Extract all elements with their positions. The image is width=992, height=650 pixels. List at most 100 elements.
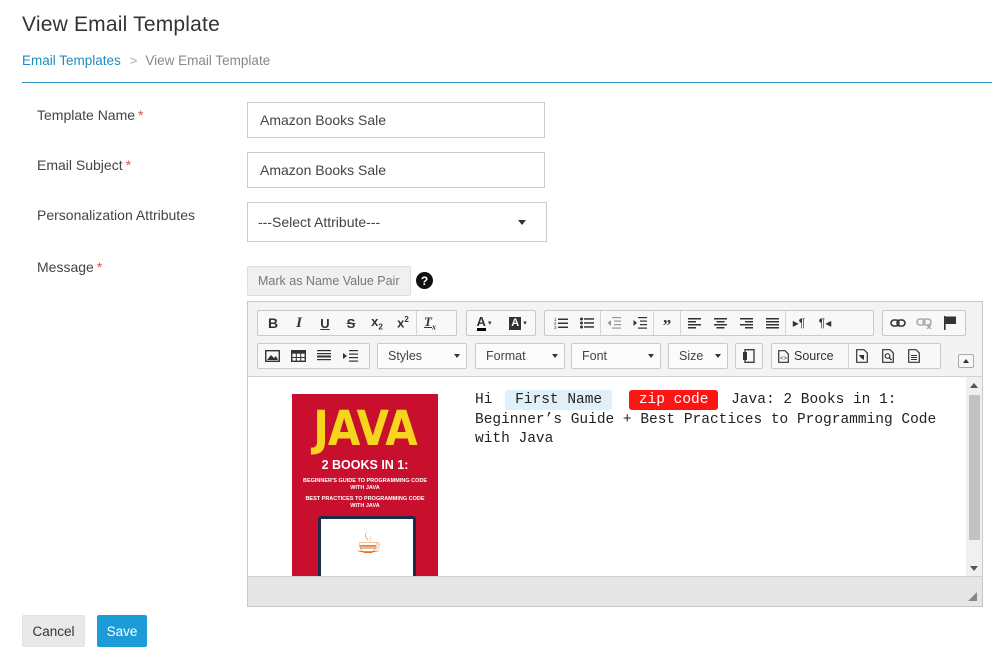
book-cover-books: 2 BOOKS IN 1: bbox=[321, 458, 409, 472]
toolbar-insert bbox=[257, 343, 370, 369]
toolbar-maximize bbox=[735, 343, 763, 369]
editor-content[interactable]: JAVA 2 BOOKS IN 1: BEGINNER'S GUIDE TO P… bbox=[248, 377, 966, 577]
collapse-toolbar-icon[interactable] bbox=[958, 354, 974, 368]
chevron-right-icon: > bbox=[129, 53, 138, 68]
editor-status-bar bbox=[248, 576, 982, 606]
styles-dropdown-label: Styles bbox=[388, 349, 423, 363]
zip-code-token[interactable]: zip code bbox=[628, 390, 719, 410]
caret-down-icon bbox=[552, 354, 558, 358]
editor-scrollbar[interactable] bbox=[966, 377, 982, 577]
decrease-indent-icon[interactable] bbox=[600, 311, 627, 335]
required-marker: * bbox=[138, 107, 144, 123]
scroll-up-icon[interactable] bbox=[970, 383, 978, 388]
email-subject-label: Email Subject * bbox=[37, 157, 131, 173]
source-label: Source bbox=[794, 349, 834, 363]
breadcrumb: Email Templates > View Email Template bbox=[22, 53, 270, 68]
toolbar-paragraph: 123 ” ▸¶ ¶◂ bbox=[544, 310, 874, 336]
save-button[interactable]: Save bbox=[97, 615, 147, 647]
editor-toolbar: B I U S x2 x2 Tx A ▾ A ▾ 123 ” ▸¶ ¶◂ Sty… bbox=[248, 302, 982, 377]
personalization-attributes-label: Personalization Attributes bbox=[37, 207, 195, 223]
remove-format-icon[interactable]: Tx bbox=[416, 311, 443, 335]
align-right-icon[interactable] bbox=[733, 311, 759, 335]
toolbar-colors: A ▾ A ▾ bbox=[466, 310, 536, 336]
increase-indent-icon[interactable] bbox=[627, 311, 653, 335]
scroll-down-icon[interactable] bbox=[970, 566, 978, 571]
message-body: Hi First Name zip code Java: 2 Books in … bbox=[475, 390, 945, 450]
personalization-attribute-select[interactable]: ---Select Attribute--- bbox=[247, 202, 547, 242]
save-doc-icon[interactable] bbox=[848, 344, 875, 368]
format-dropdown-label: Format bbox=[486, 349, 526, 363]
size-dropdown-label: Size bbox=[679, 349, 704, 363]
page-title: View Email Template bbox=[22, 13, 220, 36]
blockquote-icon[interactable]: ” bbox=[653, 311, 680, 335]
resize-grip-icon[interactable] bbox=[968, 592, 977, 601]
java-cup-icon: ☕ bbox=[355, 527, 382, 560]
email-subject-input[interactable]: Amazon Books Sale bbox=[247, 152, 545, 188]
underline-icon[interactable]: U bbox=[312, 311, 338, 335]
align-center-icon[interactable] bbox=[707, 311, 733, 335]
book-cover-line1: BEGINNER'S GUIDE TO PROGRAMMING CODE WIT… bbox=[302, 478, 428, 491]
caret-down-icon bbox=[518, 219, 526, 225]
image-icon[interactable] bbox=[259, 344, 285, 368]
horizontal-line-icon[interactable] bbox=[311, 344, 337, 368]
anchor-icon[interactable] bbox=[937, 311, 963, 335]
book-cover-line2: BEST PRACTICES TO PROGRAMMING CODE WITH … bbox=[305, 496, 425, 509]
message-greeting: Hi bbox=[475, 392, 493, 408]
link-icon[interactable] bbox=[885, 311, 911, 335]
message-label-text: Message bbox=[37, 259, 94, 275]
subscript-icon[interactable]: x2 bbox=[364, 311, 390, 335]
template-name-label-text: Template Name bbox=[37, 107, 136, 123]
svg-text:3: 3 bbox=[554, 325, 557, 329]
ltr-icon[interactable]: ▸¶ bbox=[785, 311, 812, 335]
font-dropdown-label: Font bbox=[582, 349, 608, 363]
text-color-icon[interactable]: A ▾ bbox=[467, 311, 501, 335]
justify-icon[interactable] bbox=[759, 311, 785, 335]
template-name-label: Template Name * bbox=[37, 107, 144, 123]
align-left-icon[interactable] bbox=[680, 311, 707, 335]
strikethrough-icon[interactable]: S bbox=[338, 311, 364, 335]
breadcrumb-email-templates[interactable]: Email Templates bbox=[22, 53, 121, 68]
styles-dropdown[interactable]: Styles bbox=[377, 343, 467, 369]
format-dropdown[interactable]: Format bbox=[475, 343, 565, 369]
rtl-icon[interactable]: ¶◂ bbox=[812, 311, 838, 335]
source-button[interactable]: <> Source bbox=[772, 344, 848, 368]
caret-down-icon bbox=[648, 354, 654, 358]
font-dropdown[interactable]: Font bbox=[571, 343, 661, 369]
book-cover-title: JAVA bbox=[313, 400, 417, 457]
background-color-icon[interactable]: A ▾ bbox=[501, 311, 535, 335]
mark-name-value-pair-button[interactable]: Mark as Name Value Pair bbox=[247, 266, 411, 296]
show-blocks-icon[interactable] bbox=[736, 344, 762, 368]
first-name-token[interactable]: First Name bbox=[505, 390, 613, 410]
laptop-screen-icon: ☕ bbox=[318, 516, 416, 577]
italic-icon[interactable]: I bbox=[286, 311, 312, 335]
help-icon[interactable]: ? bbox=[416, 272, 433, 289]
toolbar-basic-styles: B I U S x2 x2 Tx bbox=[257, 310, 457, 336]
message-label: Message * bbox=[37, 259, 102, 275]
unlink-icon[interactable] bbox=[911, 311, 937, 335]
templates-icon[interactable] bbox=[901, 344, 927, 368]
scroll-thumb[interactable] bbox=[969, 395, 980, 540]
numbered-list-icon[interactable]: 123 bbox=[548, 311, 574, 335]
page-break-icon[interactable] bbox=[337, 344, 363, 368]
caret-down-icon bbox=[454, 354, 460, 358]
breadcrumb-current: View Email Template bbox=[145, 53, 271, 68]
size-dropdown[interactable]: Size bbox=[668, 343, 728, 369]
superscript-icon[interactable]: x2 bbox=[390, 311, 416, 335]
email-subject-label-text: Email Subject bbox=[37, 157, 123, 173]
toolbar-document: <> Source bbox=[771, 343, 941, 369]
bold-icon[interactable]: B bbox=[260, 311, 286, 335]
book-cover-image: JAVA 2 BOOKS IN 1: BEGINNER'S GUIDE TO P… bbox=[292, 394, 438, 577]
table-icon[interactable] bbox=[285, 344, 311, 368]
required-marker: * bbox=[125, 157, 132, 173]
toolbar-links bbox=[882, 310, 966, 336]
rich-text-editor: B I U S x2 x2 Tx A ▾ A ▾ 123 ” ▸¶ ¶◂ Sty… bbox=[247, 301, 983, 607]
required-marker: * bbox=[96, 259, 103, 275]
svg-text:<>: <> bbox=[780, 356, 788, 362]
header-divider bbox=[22, 82, 992, 83]
cancel-button[interactable]: Cancel bbox=[22, 615, 85, 647]
template-name-input[interactable]: Amazon Books Sale bbox=[247, 102, 545, 138]
caret-down-icon bbox=[715, 354, 721, 358]
bulleted-list-icon[interactable] bbox=[574, 311, 600, 335]
select-value: ---Select Attribute--- bbox=[258, 214, 381, 230]
preview-icon[interactable] bbox=[875, 344, 901, 368]
